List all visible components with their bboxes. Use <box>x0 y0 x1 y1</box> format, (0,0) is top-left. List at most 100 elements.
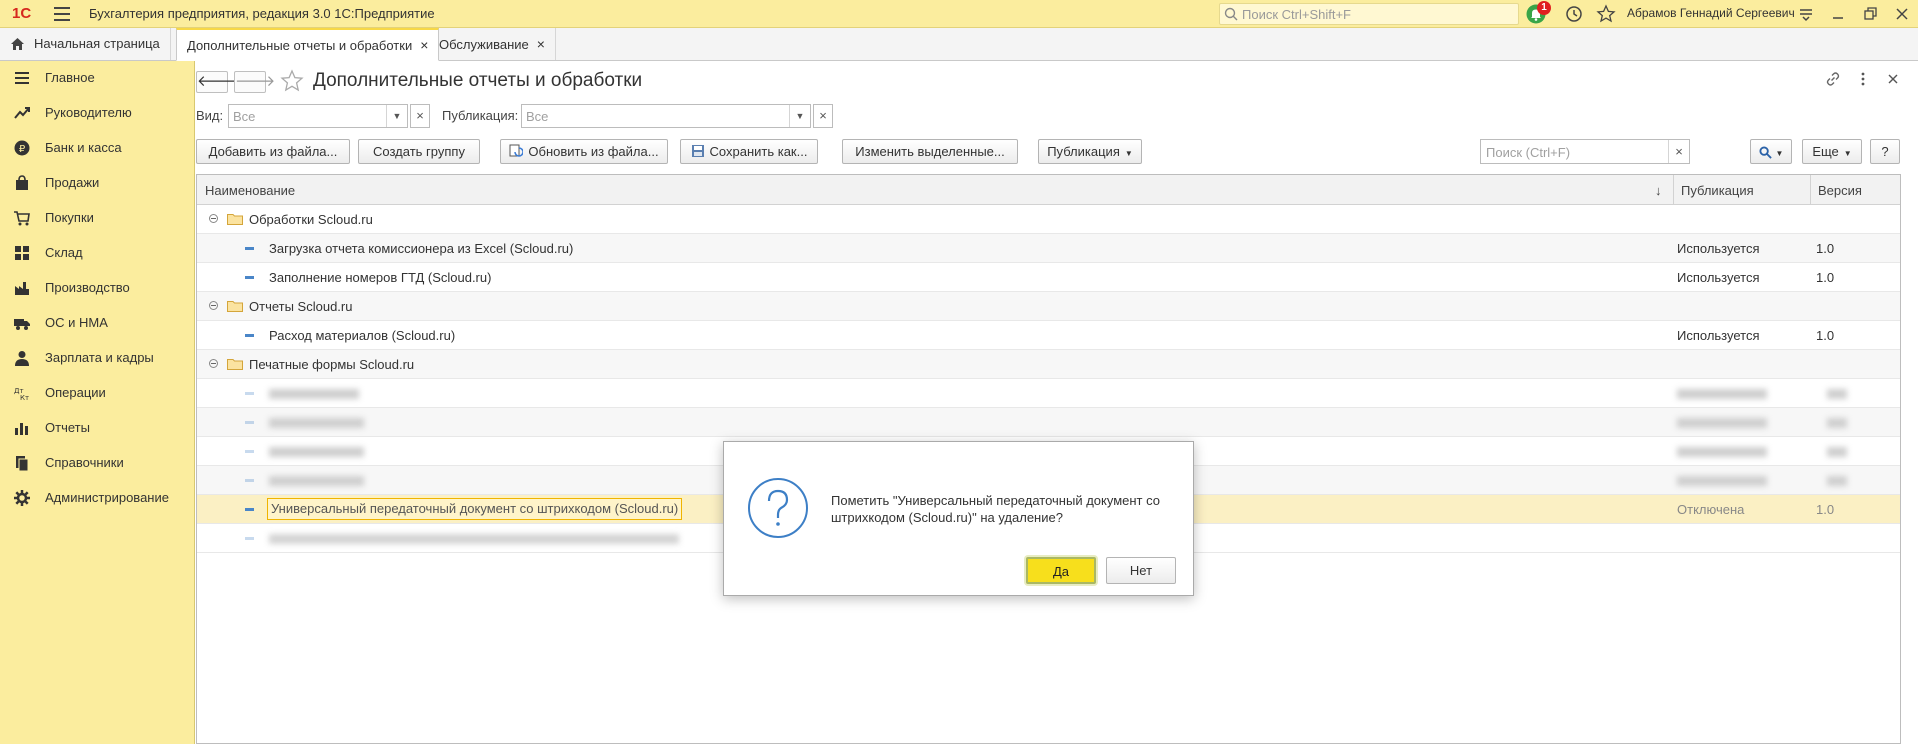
tab-home[interactable]: Начальная страница <box>0 28 171 60</box>
publication-filter-clear-button[interactable]: × <box>813 104 833 128</box>
trend-icon <box>14 107 30 119</box>
create-group-button[interactable]: Создать группу <box>358 139 480 164</box>
search-icon <box>1224 7 1238 21</box>
truck-icon <box>14 319 30 330</box>
chevron-down-icon: ▼ <box>1124 149 1133 158</box>
selected-cell[interactable]: Универсальный передаточный документ со ш… <box>267 498 683 520</box>
sidebar-item-salary[interactable]: Зарплата и кадры <box>0 341 195 375</box>
bar-chart-icon <box>15 423 28 435</box>
favorites-star-icon[interactable] <box>1596 4 1616 24</box>
close-window-icon[interactable] <box>1892 4 1912 24</box>
settings-menu-icon[interactable] <box>1796 4 1816 24</box>
title-bar: 1С Бухгалтерия предприятия, редакция 3.0… <box>0 0 1918 28</box>
clear-search-icon[interactable]: × <box>1668 140 1689 163</box>
sidebar-item-fixed-assets[interactable]: ОС и НМА <box>0 306 195 340</box>
confirm-delete-dialog: Пометить "Универсальный передаточный док… <box>723 441 1194 596</box>
sidebar-item-warehouse[interactable]: Склад <box>0 236 195 270</box>
svg-text:₽: ₽ <box>19 144 26 155</box>
column-header-name[interactable]: Наименование <box>205 183 295 198</box>
tab-bar: Начальная страница Дополнительные отчеты… <box>0 28 1918 61</box>
close-tab-icon[interactable]: × <box>420 37 428 53</box>
history-icon[interactable] <box>1564 4 1584 24</box>
table-row-redacted[interactable] <box>197 408 1900 437</box>
global-search-input[interactable]: Поиск Ctrl+Shift+F <box>1219 3 1519 25</box>
table-row[interactable]: Загрузка отчета комиссионера из Excel (S… <box>197 234 1900 263</box>
sort-arrow-icon[interactable]: ↓ <box>1655 183 1662 198</box>
column-header-publication[interactable]: Публикация <box>1681 183 1754 198</box>
tab-maintenance[interactable]: Обслуживание × <box>429 28 556 60</box>
back-button[interactable]: 🡐 <box>196 71 237 93</box>
minimize-icon[interactable] <box>1828 4 1848 24</box>
view-filter-clear-button[interactable]: × <box>410 104 430 128</box>
folder-icon <box>227 301 243 312</box>
item-icon <box>245 450 254 453</box>
table-row-group[interactable]: Отчеты Scloud.ru <box>197 292 1900 321</box>
restore-icon[interactable] <box>1860 4 1880 24</box>
update-from-file-button[interactable]: Обновить из файла... <box>500 139 668 164</box>
more-button[interactable]: Еще ▼ <box>1802 139 1862 164</box>
forward-button[interactable]: 🡒 <box>234 71 275 93</box>
sidebar-item-operations[interactable]: Дт Кт Операции <box>0 376 195 410</box>
table-row[interactable]: Заполнение номеров ГТД (Scloud.ru) Испол… <box>197 263 1900 292</box>
more-vertical-icon[interactable] <box>1852 71 1874 93</box>
publication-filter-select[interactable]: Все ▼ <box>521 104 811 128</box>
item-icon <box>245 247 254 250</box>
item-icon <box>245 508 254 511</box>
yes-button[interactable]: Да <box>1026 557 1096 584</box>
sidebar-item-sales[interactable]: Продажи <box>0 166 195 200</box>
sidebar-item-bank[interactable]: ₽ Банк и касса <box>0 131 195 165</box>
search-icon <box>1758 146 1772 159</box>
sidebar-item-administration[interactable]: Администрирование <box>0 481 195 515</box>
cart-icon <box>14 211 30 226</box>
main-menu-icon[interactable] <box>54 7 70 21</box>
table-row-redacted[interactable] <box>197 379 1900 408</box>
favorite-star-icon[interactable] <box>280 69 304 93</box>
column-header-version[interactable]: Версия <box>1818 183 1862 198</box>
folder-icon <box>227 214 243 225</box>
tab-additional-reports[interactable]: Дополнительные отчеты и обработки × <box>176 28 440 61</box>
gear-icon <box>14 490 30 506</box>
user-name[interactable]: Абрамов Геннадий Сергеевич <box>1627 6 1795 20</box>
sidebar-item-production[interactable]: Производство <box>0 271 195 305</box>
sidebar-item-manager[interactable]: Руководителю <box>0 96 195 130</box>
sidebar-item-reports[interactable]: Отчеты <box>0 411 195 445</box>
ruble-icon: ₽ <box>14 140 30 156</box>
item-icon <box>245 421 254 424</box>
no-button[interactable]: Нет <box>1106 557 1176 584</box>
person-icon <box>15 351 29 366</box>
item-icon <box>245 392 254 395</box>
publication-filter-label: Публикация: <box>442 108 519 123</box>
notification-badge: 1 <box>1537 1 1551 15</box>
chevron-down-icon[interactable]: ▼ <box>789 105 810 127</box>
chevron-down-icon: ▼ <box>1843 149 1852 158</box>
publication-menu-button[interactable]: Публикация ▼ <box>1038 139 1142 164</box>
grid-header: Наименование ↓ Публикация Версия <box>197 175 1900 205</box>
collapse-icon[interactable] <box>209 359 218 368</box>
books-icon <box>16 456 29 471</box>
item-icon <box>245 479 254 482</box>
svg-text:Кт: Кт <box>20 394 29 401</box>
chevron-down-icon[interactable]: ▼ <box>386 105 407 127</box>
sidebar-item-main[interactable]: Главное <box>0 61 195 95</box>
factory-icon <box>15 282 29 295</box>
close-form-icon[interactable] <box>1882 71 1904 93</box>
collapse-icon[interactable] <box>209 214 218 223</box>
question-icon <box>748 478 808 538</box>
table-row[interactable]: Расход материалов (Scloud.ru) Использует… <box>197 321 1900 350</box>
save-icon <box>691 145 704 157</box>
sidebar-item-purchases[interactable]: Покупки <box>0 201 195 235</box>
link-icon[interactable] <box>1822 71 1844 93</box>
change-selected-button[interactable]: Изменить выделенные... <box>842 139 1018 164</box>
search-options-button[interactable]: ▼ <box>1750 139 1792 164</box>
table-row-group[interactable]: Печатные формы Scloud.ru <box>197 350 1900 379</box>
item-icon <box>245 276 254 279</box>
grid-search-input[interactable]: Поиск (Ctrl+F) × <box>1480 139 1690 164</box>
save-as-button[interactable]: Сохранить как... <box>680 139 818 164</box>
add-from-file-button[interactable]: Добавить из файла... <box>196 139 350 164</box>
collapse-icon[interactable] <box>209 301 218 310</box>
sidebar-item-directories[interactable]: Справочники <box>0 446 195 480</box>
close-tab-icon[interactable]: × <box>537 36 545 52</box>
table-row-group[interactable]: Обработки Scloud.ru <box>197 205 1900 234</box>
view-filter-select[interactable]: Все ▼ <box>228 104 408 128</box>
help-button[interactable]: ? <box>1870 139 1900 164</box>
